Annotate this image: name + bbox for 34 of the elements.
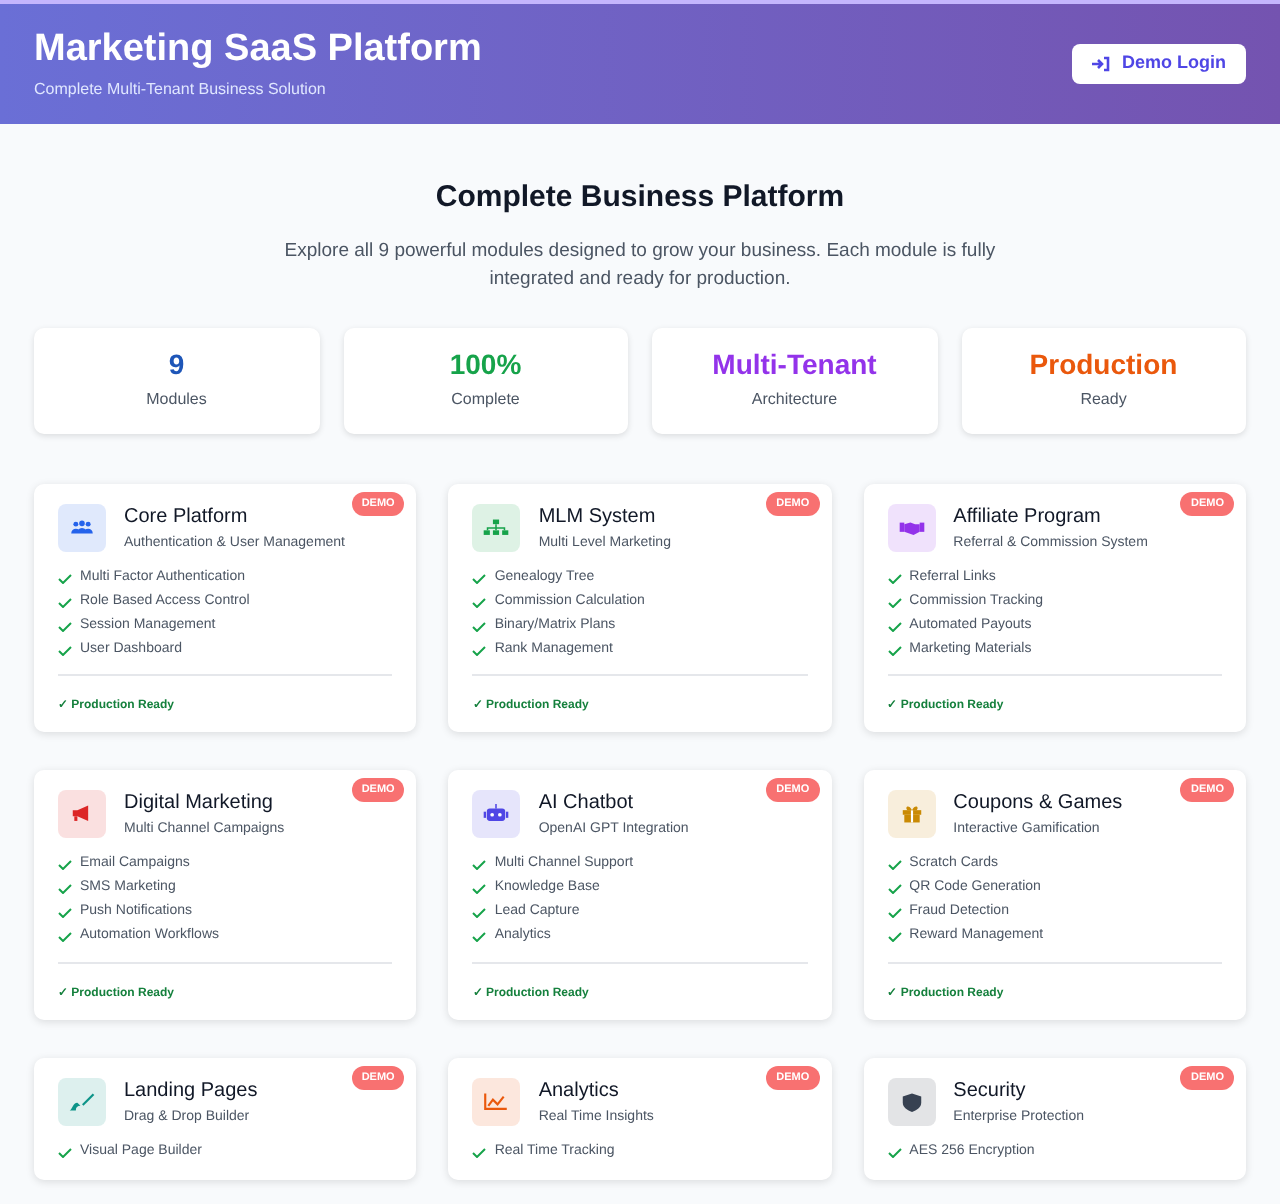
gift-icon xyxy=(897,804,926,825)
demo-login-button[interactable]: Demo Login xyxy=(1072,44,1246,84)
stat-value: Production xyxy=(1029,348,1178,384)
module-title: Coupons & Games xyxy=(953,790,1123,818)
handshake-icon xyxy=(897,517,926,538)
module-title: AI Chatbot xyxy=(538,790,636,818)
shield-icon xyxy=(897,1091,926,1112)
stat-value: Multi-Tenant xyxy=(712,348,877,384)
stat-value: 9 xyxy=(168,348,185,384)
module-title: Landing Pages xyxy=(124,1077,258,1105)
stat-label: Architecture xyxy=(751,387,838,412)
module-title: Core Platform xyxy=(124,503,250,531)
sign-in-icon xyxy=(1092,56,1110,72)
section-heading: Complete Business Platform xyxy=(433,178,847,218)
hierarchy-icon xyxy=(482,517,511,538)
module-title: Security xyxy=(953,1077,1028,1105)
module-title: Affiliate Program xyxy=(953,503,1103,531)
intro-text: Explore all 9 powerful modules designed to grow your business. Each module is fully integrated and ready for production. xyxy=(282,237,998,293)
module-title: MLM System xyxy=(538,503,658,531)
stat-label: Modules xyxy=(146,387,207,412)
stat-value: 100% xyxy=(449,348,522,384)
users-icon xyxy=(68,517,96,538)
module-title: Digital Marketing xyxy=(124,790,275,818)
stat-label: Complete xyxy=(451,387,520,412)
stat-label: Ready xyxy=(1080,387,1127,412)
brush-icon xyxy=(68,1091,96,1112)
module-title: Analytics xyxy=(538,1077,621,1105)
check-icon xyxy=(472,1147,487,1157)
robot-icon xyxy=(482,804,511,825)
line-chart-icon xyxy=(482,1091,511,1112)
check-icon xyxy=(58,1147,72,1157)
check-icon xyxy=(887,1147,902,1157)
app-title: Marketing SaaS Platform xyxy=(34,25,482,73)
app-subtitle: Complete Multi-Tenant Business Solution xyxy=(34,78,328,103)
